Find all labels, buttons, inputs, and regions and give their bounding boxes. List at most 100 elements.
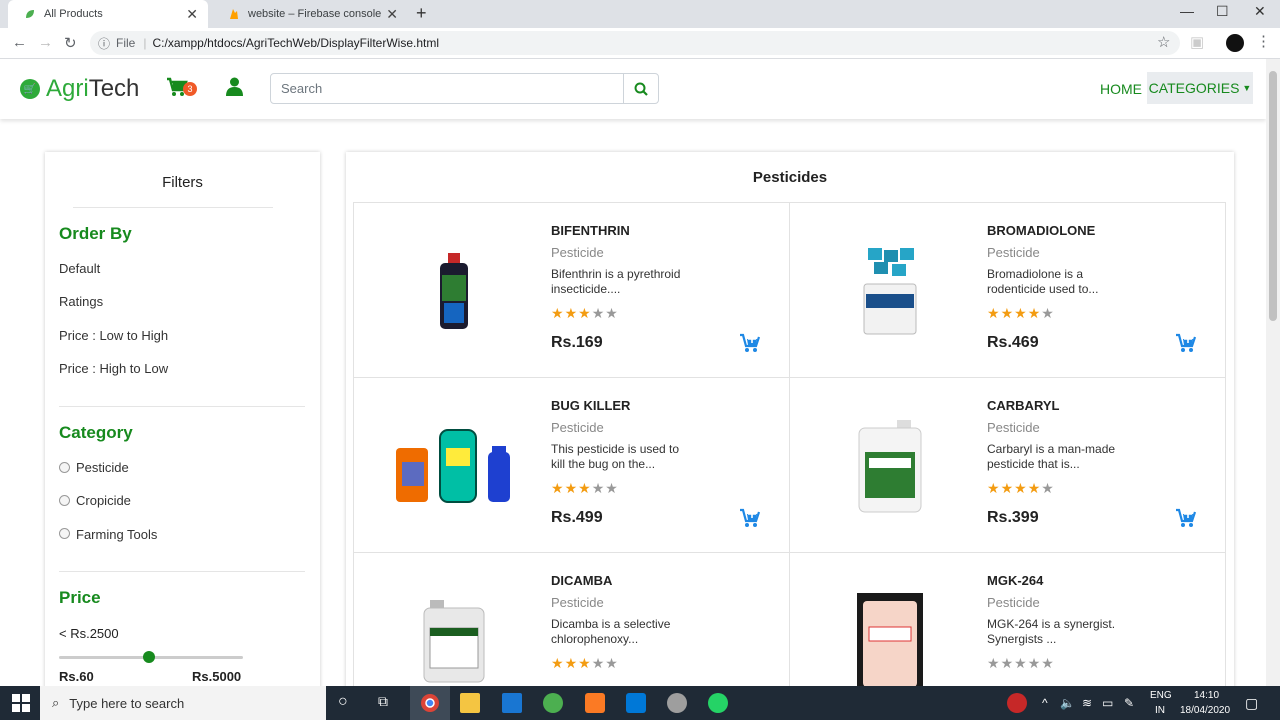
star-empty-icon: ★ (591, 480, 606, 496)
star-filled-icon: ★ (1014, 480, 1028, 496)
star-filled-icon: ★ (551, 480, 565, 496)
cortana-icon[interactable]: ○ (338, 693, 358, 713)
utorrent-icon[interactable] (543, 693, 563, 713)
volume-icon[interactable]: 🔈 (1060, 696, 1075, 710)
product-name[interactable]: BUG KILLER (551, 398, 630, 413)
app-icon[interactable] (667, 693, 687, 713)
order-ratings-option[interactable]: Ratings (59, 294, 103, 309)
reload-icon[interactable]: ↻ (64, 34, 77, 52)
extension-icon[interactable]: ▣ (1190, 33, 1204, 51)
maximize-icon[interactable]: ☐ (1216, 3, 1229, 20)
wifi-icon[interactable]: ≋ (1082, 696, 1092, 710)
cropicide-label[interactable]: Cropicide (76, 493, 131, 508)
product-card[interactable]: CARBARYL Pesticide Carbaryl is a man-mad… (789, 377, 1226, 553)
chrome-taskbar-button[interactable] (410, 686, 450, 720)
product-price: Rs.399 (987, 509, 1039, 526)
window-close-icon[interactable]: ✕ (1254, 3, 1266, 20)
product-card[interactable]: BUG KILLER Pesticide This pesticide is u… (353, 377, 790, 553)
vscode-icon[interactable] (626, 693, 646, 713)
battery-icon[interactable]: ▭ (1102, 696, 1113, 710)
file-scheme-label: File (116, 36, 136, 50)
order-default-option[interactable]: Default (59, 261, 100, 276)
add-to-cart-button[interactable] (739, 508, 761, 533)
star-filled-icon: ★ (564, 305, 579, 321)
pen-icon[interactable]: ✎ (1124, 696, 1134, 710)
nav-categories-dropdown[interactable]: CATEGORIES ▼ (1147, 72, 1253, 104)
logo-suffix: Tech (88, 75, 140, 102)
site-navbar: 🛒 Agri Tech 3 Search HOME CATEGORIES ▼ (0, 59, 1266, 119)
new-tab-icon[interactable]: + (416, 3, 427, 24)
xampp-icon[interactable] (585, 693, 605, 713)
product-image[interactable] (820, 573, 960, 686)
product-price: Rs.499 (551, 509, 603, 526)
divider (59, 571, 305, 572)
clock-time[interactable]: 14:10 (1194, 690, 1219, 701)
region-label: IN (1155, 705, 1165, 716)
close-icon[interactable]: ✕ (386, 6, 398, 23)
cropicide-radio[interactable] (59, 495, 70, 506)
product-name[interactable]: BROMADIOLONE (987, 223, 1095, 238)
browser-tab-all-products[interactable]: All Products ✕ (8, 0, 208, 28)
product-image[interactable] (820, 398, 960, 533)
farming-tools-label[interactable]: Farming Tools (76, 527, 157, 542)
profile-avatar[interactable] (1226, 34, 1244, 52)
user-account-button[interactable] (226, 77, 243, 101)
mgk-264-jug-image (857, 592, 923, 686)
product-card[interactable]: DICAMBA Pesticide Dicamba is a selective… (353, 552, 790, 686)
scrollbar-thumb[interactable] (1269, 71, 1277, 321)
product-image[interactable] (384, 223, 524, 358)
star-filled-icon: ★ (578, 655, 592, 671)
site-logo[interactable]: 🛒 Agri Tech (20, 75, 139, 103)
url-field[interactable]: ⓘ File | C:/xampp/htdocs/AgriTechWeb/Dis… (90, 31, 1180, 55)
search-button[interactable] (623, 73, 659, 104)
taskbar-search-input[interactable]: ⌕ Type here to search (40, 686, 326, 720)
antivirus-tray-icon[interactable] (1007, 693, 1027, 713)
nav-home-link[interactable]: HOME (1100, 81, 1142, 97)
whatsapp-icon[interactable] (708, 693, 728, 713)
price-min-label: Rs.60 (59, 669, 94, 684)
address-bar-row: ← → ↻ ⓘ File | C:/xampp/htdocs/AgriTechW… (0, 28, 1280, 59)
search-input[interactable]: Search (270, 73, 624, 104)
product-card[interactable]: BIFENTHRIN Pesticide Bifenthrin is a pyr… (353, 202, 790, 378)
add-to-cart-button[interactable] (739, 333, 761, 358)
bookmark-star-icon[interactable]: ☆ (1157, 33, 1170, 51)
order-price-low-high-option[interactable]: Price : Low to High (59, 328, 168, 343)
pesticide-label[interactable]: Pesticide (76, 460, 129, 475)
order-price-high-low-option[interactable]: Price : High to Low (59, 361, 168, 376)
back-arrow-icon[interactable]: ← (12, 34, 27, 51)
product-image[interactable] (820, 223, 960, 358)
category-heading: Category (59, 423, 133, 442)
mail-icon[interactable] (502, 693, 522, 713)
product-category: Pesticide (551, 595, 604, 610)
file-explorer-icon[interactable] (460, 693, 480, 713)
product-name[interactable]: CARBARYL (987, 398, 1059, 413)
page-scrollbar[interactable] (1266, 59, 1280, 686)
chevron-up-icon[interactable]: ^ (1042, 696, 1048, 710)
forward-arrow-icon[interactable]: → (38, 34, 53, 51)
product-name[interactable]: BIFENTHRIN (551, 223, 630, 238)
cart-button[interactable]: 3 (166, 77, 197, 102)
farming-tools-radio[interactable] (59, 528, 70, 539)
task-view-icon[interactable]: ⧉ (378, 693, 398, 713)
cart-plus-icon (1176, 508, 1197, 527)
notifications-icon[interactable]: ▢ (1245, 695, 1258, 712)
price-slider-handle[interactable] (143, 651, 156, 663)
menu-kebab-icon[interactable]: ⋮ (1256, 32, 1271, 50)
pesticide-radio[interactable] (59, 462, 70, 473)
browser-tab-firebase[interactable]: website – Firebase console ✕ (212, 0, 408, 28)
windows-start-icon[interactable] (11, 693, 31, 713)
language-label[interactable]: ENG (1150, 690, 1172, 701)
product-card[interactable]: MGK-264 Pesticide MGK-264 is a synergist… (789, 552, 1226, 686)
product-name[interactable]: MGK-264 (987, 573, 1043, 588)
product-name[interactable]: DICAMBA (551, 573, 612, 588)
star-empty-icon: ★ (1041, 480, 1055, 496)
add-to-cart-button[interactable] (1175, 333, 1197, 358)
star-empty-icon: ★ (1027, 655, 1042, 671)
product-image[interactable] (384, 398, 524, 533)
product-image[interactable] (384, 573, 524, 686)
close-icon[interactable]: ✕ (186, 6, 198, 23)
add-to-cart-button[interactable] (1175, 508, 1197, 533)
minimize-icon[interactable]: — (1180, 3, 1194, 19)
product-card[interactable]: BROMADIOLONE Pesticide Bromadiolone is a… (789, 202, 1226, 378)
product-description: Bromadiolone is a rodenticide used to... (987, 267, 1099, 296)
